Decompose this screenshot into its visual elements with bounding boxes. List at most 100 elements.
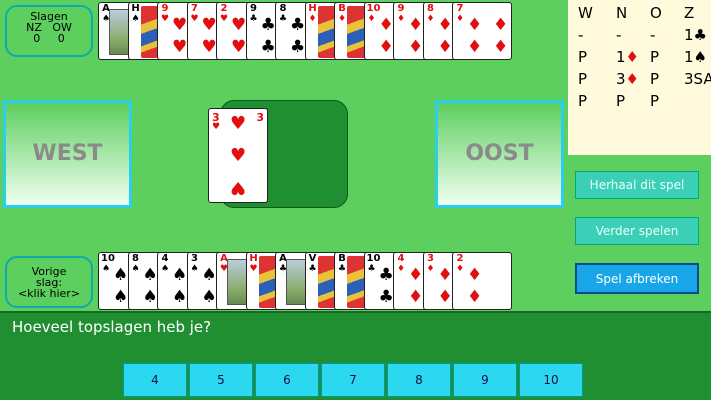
card-rank: 7 [191, 3, 198, 14]
card-index: 9 ♥ [160, 3, 170, 25]
card-index: 7 ♥ [190, 3, 200, 25]
card-index: B ♣ [337, 253, 347, 275]
card-pip: ♣ [290, 15, 306, 35]
card-pip: ♦ [467, 37, 483, 57]
card-rank: 2 [220, 3, 228, 14]
card-index: 8 ♦ [426, 3, 436, 25]
card-rank: 3 [427, 253, 434, 264]
card-suit: ♠ [131, 264, 140, 274]
answer-button-5[interactable]: 5 [189, 363, 253, 397]
abort-button[interactable]: Spel afbreken [575, 263, 699, 294]
answer-button-6[interactable]: 6 [255, 363, 319, 397]
bidding-header: W [578, 4, 593, 22]
card-pip: ♥ [172, 37, 188, 57]
played-card-rank-right: 3 [256, 111, 264, 124]
south-hand-card[interactable]: 2 ♦ ♦ ♦ [452, 252, 512, 310]
card-rank: 2 [456, 253, 464, 264]
card-pip: ♥ [172, 15, 188, 35]
south-hand: 10♠♠♠♠♠8♠♠♠♠♠4♠♠♠♠♠3♠♠♠A♥H♥A♣V♣B♣10♣♣♣♣♣… [98, 252, 562, 310]
card-pip: ♦ [437, 287, 453, 307]
score-values: 0 0 [7, 33, 91, 44]
answer-button-10[interactable]: 10 [519, 363, 583, 397]
card-pip: ♠ [201, 287, 217, 307]
nz-value: 0 [33, 32, 41, 45]
card-pip: ♠ [113, 287, 129, 307]
card-index: 10 ♦ [367, 4, 381, 25]
card-rank: H [308, 3, 317, 14]
card-index: 10 ♣ [367, 254, 381, 275]
card-pip: ♣ [260, 15, 276, 35]
card-index: 2 ♥ [219, 3, 229, 25]
bidding-cell: P [578, 48, 588, 66]
west-label: WEST [32, 141, 103, 166]
card-suit: ♦ [367, 14, 376, 24]
question-text: Hoeveel topslagen heb je? [12, 318, 212, 336]
card-suit: ♥ [190, 14, 199, 24]
bidding-cell: P [650, 92, 660, 110]
card-index: 8 ♣ [278, 3, 288, 25]
bidding-cell: P [578, 70, 588, 88]
card-pip: ♦ [437, 15, 453, 35]
card-pip: ♠ [142, 265, 158, 285]
card-pip: ♦ [467, 15, 483, 35]
card-suit: ♠ [101, 264, 111, 274]
card-rank: H [249, 253, 258, 264]
card-suit: ♦ [337, 14, 347, 24]
answer-button-8[interactable]: 8 [387, 363, 451, 397]
card-rank: 10 [366, 253, 381, 264]
card-pip: ♦ [408, 15, 424, 35]
played-card: 3 ♥ 3 ♥ ♥ ♥ [208, 108, 268, 203]
card-rank: 8 [427, 3, 434, 14]
card-pip: ♠ [172, 287, 188, 307]
card-pip: ♣ [378, 287, 394, 307]
played-card-pip: ♥ [230, 145, 247, 166]
card-pip: ♦ [437, 37, 453, 57]
north-hand-card[interactable]: 7 ♦ ♦ ♦ ♦ ♦ [452, 2, 512, 60]
card-suit: ♦ [308, 14, 317, 24]
card-pip: ♠ [201, 265, 217, 285]
card-rank: 7 [456, 3, 464, 14]
card-pip: ♦ [408, 265, 424, 285]
card-rank: B [338, 253, 346, 264]
card-suit: ♣ [278, 14, 288, 24]
card-pip: ♠ [113, 265, 129, 285]
bidding-cell: 3SA [684, 70, 711, 88]
card-suit: ♥ [160, 14, 170, 24]
card-pip: ♣ [378, 265, 394, 285]
card-suit: ♦ [455, 14, 465, 24]
card-index: B ♦ [337, 3, 347, 25]
card-rank: 8 [279, 3, 287, 14]
north-hand: A♠H♠9♥♥♥♥♥7♥♥♥♥♥2♥♥♥9♣♣♣♣♣8♣♣♣♣♣H♦B♦10♦♦… [98, 2, 562, 60]
card-rank: 4 [161, 253, 169, 264]
card-rank: 9 [161, 3, 169, 14]
card-rank: 10 [366, 3, 381, 14]
card-suit: ♣ [249, 14, 258, 24]
card-rank: B [338, 3, 346, 14]
card-pip: ♣ [260, 37, 276, 57]
card-suit: ♣ [337, 264, 347, 274]
bidding-cell: 1♠ [684, 48, 707, 66]
card-suit: ♠ [190, 264, 199, 274]
card-index: 7 ♦ [455, 3, 465, 25]
card-pip: ♥ [231, 37, 247, 57]
answer-button-7[interactable]: 7 [321, 363, 385, 397]
previous-trick-button[interactable]: Vorige slag: <klik hier> [5, 256, 93, 308]
bidding-cell: 1♣ [684, 26, 707, 44]
card-index: 8 ♠ [131, 254, 141, 275]
card-rank: V [308, 253, 317, 264]
bidding-cell: P [578, 92, 588, 110]
card-pip: ♦ [493, 15, 509, 35]
answer-button-4[interactable]: 4 [123, 363, 187, 397]
continue-button[interactable]: Verder spelen [575, 217, 699, 245]
card-suit: ♦ [426, 14, 435, 24]
card-pip: ♠ [142, 287, 158, 307]
card-rank: 9 [250, 3, 257, 14]
score-panel: Slagen NZ OW 0 0 [5, 5, 93, 57]
played-card-pip: ♥ [230, 113, 247, 134]
card-suit: ♦ [396, 14, 406, 24]
answer-button-9[interactable]: 9 [453, 363, 517, 397]
card-pip: ♦ [493, 37, 509, 57]
replay-button[interactable]: Herhaal dit spel [575, 171, 699, 199]
card-pip: ♥ [231, 15, 247, 35]
card-rank: 10 [101, 253, 115, 264]
